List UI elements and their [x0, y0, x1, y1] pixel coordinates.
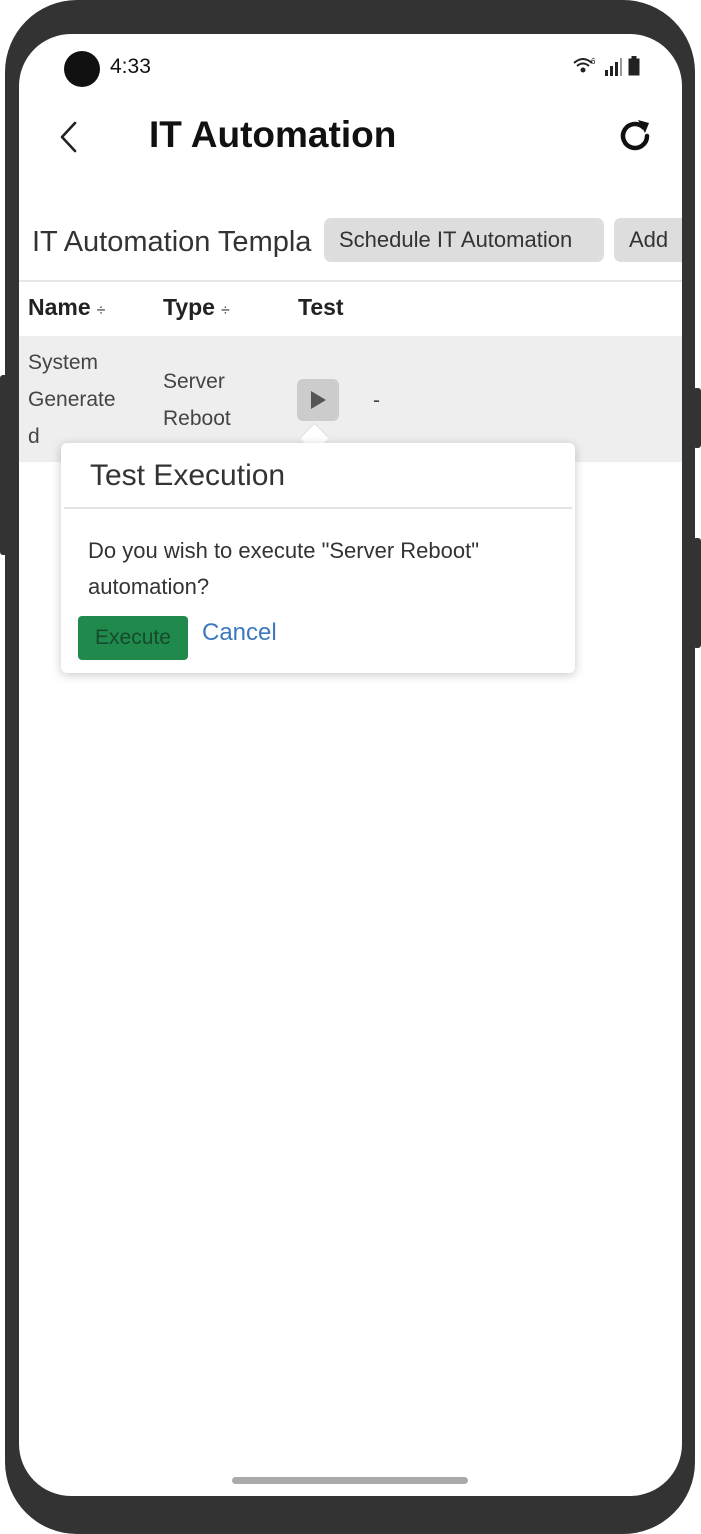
phone-side-button [693, 538, 701, 648]
svg-text:6: 6 [591, 57, 596, 66]
sort-icon: ÷ [96, 302, 106, 319]
type-cell-line: Reboot [163, 407, 231, 430]
home-indicator[interactable] [232, 1477, 468, 1484]
column-header-test: Test [298, 294, 344, 320]
status-icons: 6 [572, 56, 640, 76]
popover-title: Test Execution [90, 459, 286, 492]
sort-icon: ÷ [220, 302, 230, 319]
page-title: IT Automation [149, 114, 397, 155]
refresh-icon[interactable] [617, 118, 653, 154]
popover-message: Do you wish to execute "Server Reboot" a… [88, 538, 480, 599]
play-icon [311, 391, 326, 409]
type-cell: Server Reboot [163, 363, 231, 437]
phone-volume-button [0, 375, 8, 555]
popover-divider [64, 507, 572, 509]
name-cell-line: System [28, 351, 99, 374]
wifi-icon: 6 [573, 57, 596, 73]
name-cell-line: Generate [28, 388, 116, 411]
column-header-name[interactable]: Name ÷ [28, 294, 105, 321]
camera-cutout [64, 51, 100, 87]
extra-cell: - [373, 389, 380, 412]
phone-power-button [693, 388, 701, 448]
app-screen: 4:33 6 IT Automation IT Automation Templ… [19, 34, 682, 1496]
section-title: IT Automation Templa [32, 226, 312, 258]
execute-button[interactable]: Execute [78, 616, 188, 660]
test-run-button[interactable] [297, 379, 339, 421]
column-header-type[interactable]: Type ÷ [163, 294, 230, 321]
add-button[interactable]: Add [614, 218, 682, 262]
back-chevron-icon[interactable] [55, 120, 85, 154]
cancel-link[interactable]: Cancel [202, 619, 277, 647]
status-time: 4:33 [110, 55, 151, 78]
column-header-type-label: Type [163, 294, 215, 320]
type-cell-line: Server [163, 370, 225, 393]
column-header-name-label: Name [28, 294, 91, 320]
battery-icon [628, 56, 640, 76]
schedule-it-automation-button[interactable]: Schedule IT Automation [324, 218, 604, 262]
header-divider [19, 280, 682, 282]
signal-icon [605, 58, 622, 76]
name-cell: System Generate d [28, 344, 116, 455]
test-execution-popover: Test Execution Do you wish to execute "S… [61, 443, 575, 673]
